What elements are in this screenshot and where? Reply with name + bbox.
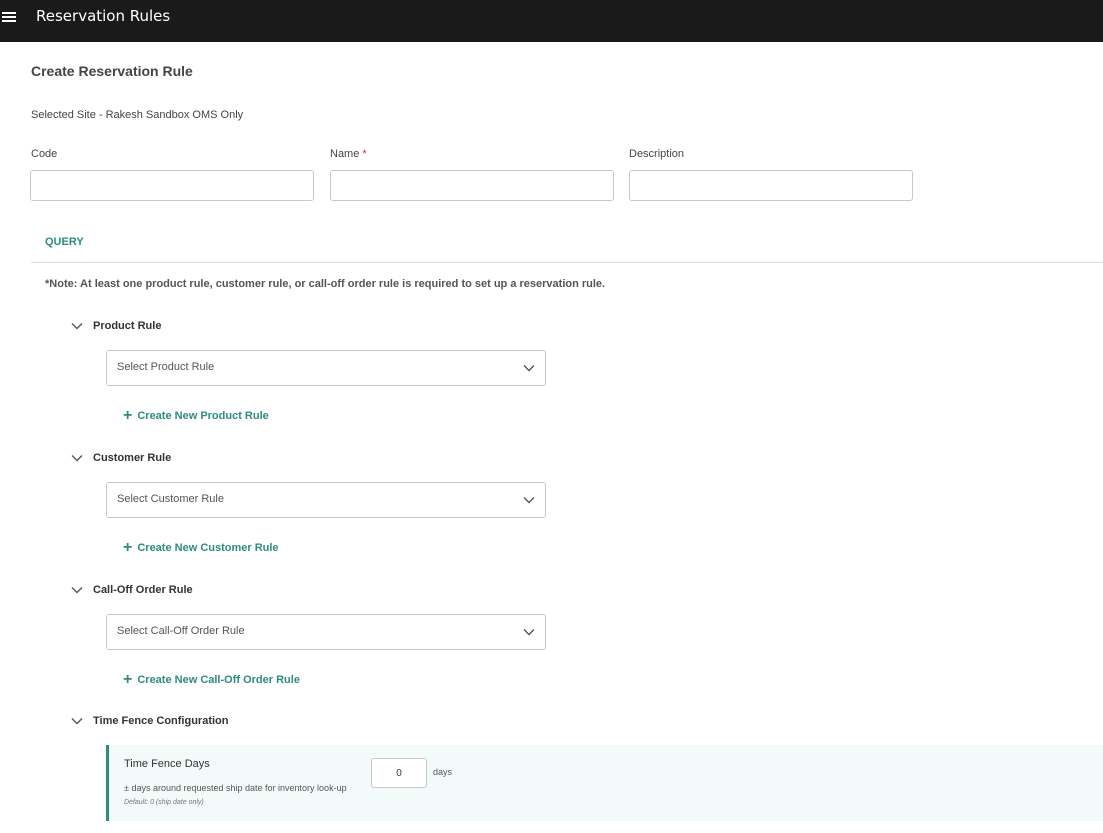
chevron-down-icon bbox=[71, 455, 83, 462]
customer-rule-select[interactable]: Select Customer Rule bbox=[106, 482, 546, 518]
chevron-down-icon bbox=[71, 323, 83, 330]
customer-rule-toggle[interactable]: Customer Rule bbox=[70, 450, 171, 466]
chevron-down-icon bbox=[71, 718, 83, 725]
product-rule-select[interactable]: Select Product Rule bbox=[106, 350, 546, 386]
required-marker: * bbox=[362, 148, 367, 160]
chevron-down-icon bbox=[523, 497, 535, 504]
hamburger-menu-icon[interactable] bbox=[2, 10, 18, 24]
app-title: Reservation Rules bbox=[36, 7, 171, 25]
name-input[interactable] bbox=[330, 170, 614, 201]
tab-divider bbox=[31, 262, 1103, 263]
time-fence-unit: days bbox=[433, 767, 453, 777]
product-rule-title: Product Rule bbox=[93, 320, 162, 332]
call-off-order-rule-select-placeholder: Select Call-Off Order Rule bbox=[117, 625, 245, 637]
call-off-order-rule-toggle[interactable]: Call-Off Order Rule bbox=[70, 582, 193, 598]
chevron-down-icon bbox=[523, 365, 535, 372]
time-fence-title: Time Fence Configuration bbox=[93, 715, 229, 727]
product-rule-toggle[interactable]: Product Rule bbox=[70, 318, 161, 334]
time-fence-days-label: Time Fence Days bbox=[124, 758, 210, 770]
create-call-off-order-rule-link[interactable]: + Create New Call-Off Order Rule bbox=[123, 671, 300, 688]
time-fence-panel: Time Fence Days ± days around requested … bbox=[106, 745, 1103, 821]
customer-rule-title: Customer Rule bbox=[93, 452, 172, 464]
name-label: Name * bbox=[330, 148, 367, 160]
time-fence-default-hint: Default: 0 (ship date only) bbox=[124, 799, 204, 806]
customer-rule-select-placeholder: Select Customer Rule bbox=[117, 493, 224, 505]
product-rule-select-placeholder: Select Product Rule bbox=[117, 361, 215, 373]
plus-icon: + bbox=[123, 539, 133, 556]
call-off-order-rule-select[interactable]: Select Call-Off Order Rule bbox=[106, 614, 546, 650]
description-label: Description bbox=[629, 148, 685, 160]
create-product-rule-label: Create New Product Rule bbox=[137, 410, 269, 422]
create-product-rule-link[interactable]: + Create New Product Rule bbox=[123, 407, 269, 424]
tab-query[interactable]: QUERY bbox=[45, 236, 84, 248]
description-input[interactable] bbox=[629, 170, 913, 201]
plus-icon: + bbox=[123, 407, 133, 424]
top-app-bar: Reservation Rules bbox=[0, 0, 1103, 42]
name-label-text: Name bbox=[330, 148, 360, 160]
time-fence-days-input[interactable] bbox=[371, 758, 427, 788]
code-label: Code bbox=[31, 148, 58, 160]
time-fence-description: ± days around requested ship date for in… bbox=[124, 783, 347, 793]
requirement-note: *Note: At least one product rule, custom… bbox=[45, 278, 606, 290]
code-input[interactable] bbox=[30, 170, 314, 201]
chevron-down-icon bbox=[71, 587, 83, 594]
plus-icon: + bbox=[123, 671, 133, 688]
chevron-down-icon bbox=[523, 629, 535, 636]
create-call-off-order-rule-label: Create New Call-Off Order Rule bbox=[137, 674, 300, 686]
time-fence-toggle[interactable]: Time Fence Configuration bbox=[70, 713, 228, 729]
selected-site-text: Selected Site - Rakesh Sandbox OMS Only bbox=[31, 109, 244, 121]
create-customer-rule-label: Create New Customer Rule bbox=[137, 542, 279, 554]
create-customer-rule-link[interactable]: + Create New Customer Rule bbox=[123, 539, 279, 556]
call-off-order-rule-title: Call-Off Order Rule bbox=[93, 584, 193, 596]
page-title: Create Reservation Rule bbox=[31, 63, 193, 79]
